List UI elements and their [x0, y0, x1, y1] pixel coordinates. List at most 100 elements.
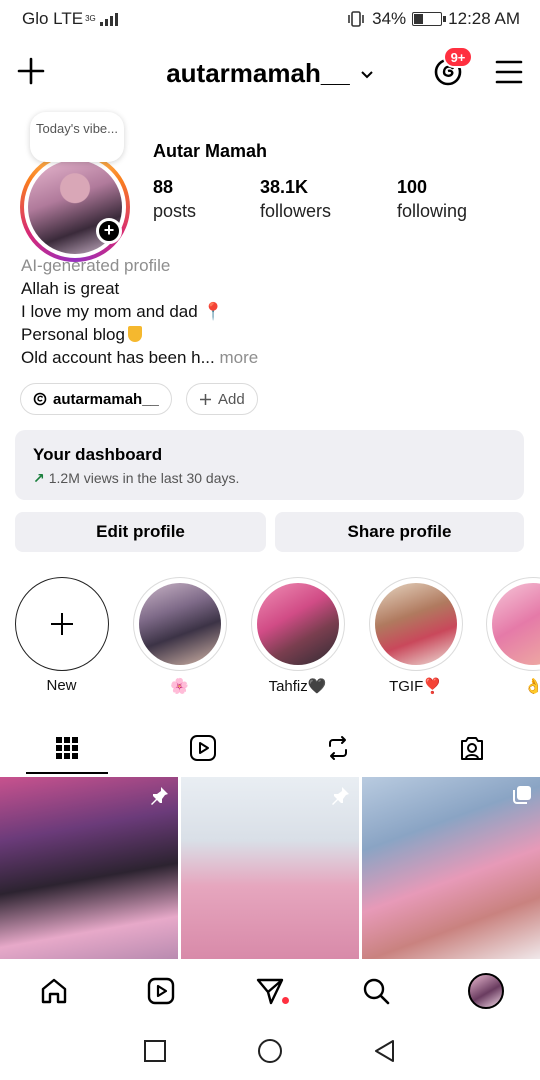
- nav-home[interactable]: [36, 973, 72, 1009]
- highlight-item[interactable]: Tahfiz🖤: [250, 577, 345, 695]
- stat-posts[interactable]: 88 posts: [153, 175, 196, 223]
- chevron-down-icon: [361, 71, 373, 79]
- highlight-new[interactable]: New: [14, 577, 109, 694]
- vibrate-icon: [348, 11, 364, 27]
- profile-tabs: [0, 722, 540, 774]
- professional-dashboard[interactable]: Your dashboard ↗ 1.2M views in the last 3…: [15, 430, 524, 500]
- highlight-cover: [492, 583, 540, 665]
- pin-icon: [151, 787, 168, 805]
- unread-dot: [282, 997, 289, 1004]
- highlight-cover: [138, 583, 221, 665]
- back-button[interactable]: [371, 1037, 399, 1065]
- status-bar: Glo LTE 3G 34% 12:28 AM: [0, 0, 540, 38]
- status-left: Glo LTE 3G: [22, 9, 118, 29]
- highlight-ring: [486, 577, 540, 671]
- post-grid: [0, 777, 540, 959]
- threads-small-icon: [33, 392, 47, 406]
- highlight-label: TGIF❣️: [389, 678, 442, 695]
- network-type: 3G: [85, 14, 96, 23]
- highlight-label: Tahfiz🖤: [268, 678, 327, 695]
- bio-line: I love my mom and dad 📍: [21, 302, 224, 321]
- nav-reels[interactable]: [143, 973, 179, 1009]
- recents-icon: [144, 1040, 166, 1062]
- highlight-cover: [374, 583, 457, 665]
- trend-up-icon: ↗: [33, 470, 45, 486]
- clock: 12:28 AM: [448, 9, 520, 28]
- system-navigation: [0, 1023, 540, 1080]
- bio: AI-generated profile Allah is great I lo…: [21, 254, 258, 369]
- tagged-icon: [461, 737, 483, 760]
- reels-icon: [190, 735, 216, 761]
- reels-icon: [147, 977, 175, 1005]
- header-username: autarmamah__: [166, 58, 350, 88]
- highlight-label: New: [46, 677, 77, 694]
- new-highlight-ring: [14, 577, 109, 671]
- tab-posts[interactable]: [26, 722, 108, 774]
- highlight-label: 👌: [524, 678, 540, 695]
- bio-line: Allah is great: [21, 279, 120, 298]
- add-chip-label: Add: [218, 390, 245, 408]
- note-bubble[interactable]: Today's vibe...: [30, 112, 124, 162]
- nav-profile[interactable]: [468, 973, 504, 1009]
- home-circle-icon: [258, 1039, 282, 1063]
- status-right: 34% 12:28 AM: [346, 9, 520, 29]
- pin-emoji-icon: 📍: [202, 302, 224, 321]
- recents-button[interactable]: [141, 1037, 169, 1065]
- stat-followers[interactable]: 38.1K followers: [260, 175, 331, 223]
- plus-icon: [200, 393, 211, 405]
- nav-search[interactable]: [358, 973, 394, 1009]
- plus-icon: [50, 613, 73, 635]
- highlight-label: 🌸: [170, 678, 189, 695]
- profile-avatar-ring[interactable]: [20, 152, 130, 262]
- nav-messages[interactable]: [252, 973, 288, 1009]
- threads-handle: autarmamah__: [53, 390, 159, 408]
- threads-handle-chip[interactable]: autarmamah__: [20, 383, 172, 415]
- shield-emoji-icon: [127, 326, 142, 342]
- carrier-label: Glo LTE: [22, 9, 84, 28]
- stat-value: 38.1K: [260, 177, 309, 197]
- signal-icon: [99, 12, 118, 26]
- post-thumbnail[interactable]: [181, 777, 359, 959]
- carousel-icon: [513, 786, 531, 804]
- home-icon: [41, 978, 67, 1004]
- battery-icon: [412, 12, 447, 26]
- stat-value: 100: [397, 177, 428, 197]
- highlight-item[interactable]: 🌸: [132, 577, 227, 695]
- tab-tagged[interactable]: [431, 722, 513, 774]
- add-story-icon[interactable]: +: [96, 218, 122, 244]
- app-header: autarmamah__ 9+: [0, 44, 540, 102]
- profile-avatar: [468, 973, 504, 1009]
- stat-label: following: [397, 201, 468, 221]
- pin-icon: [332, 787, 349, 805]
- active-tab-indicator: [26, 772, 108, 774]
- post-thumbnail[interactable]: [362, 777, 540, 959]
- add-link-chip[interactable]: Add: [186, 383, 258, 415]
- bio-line: Personal blog: [21, 323, 258, 346]
- highlight-item[interactable]: TGIF❣️: [368, 577, 463, 695]
- stat-value: 88: [153, 177, 174, 197]
- ai-generated-label: AI-generated profile: [21, 256, 171, 275]
- stat-label: followers: [260, 201, 332, 221]
- bio-line: Old account has been h... more: [21, 348, 259, 367]
- direct-message-icon: [256, 978, 284, 1005]
- highlight-ring: [250, 577, 345, 671]
- dashboard-title: Your dashboard: [33, 445, 163, 464]
- notification-badge: 9+: [443, 46, 473, 68]
- highlight-ring: [368, 577, 463, 671]
- tab-reposts[interactable]: [297, 722, 379, 774]
- search-icon: [363, 978, 390, 1005]
- edit-profile-button[interactable]: Edit profile: [15, 512, 266, 552]
- highlight-ring: [132, 577, 227, 671]
- reposts-icon: [329, 736, 347, 760]
- post-thumbnail[interactable]: [0, 777, 178, 959]
- share-profile-button[interactable]: Share profile: [275, 512, 524, 552]
- more-link[interactable]: more: [219, 348, 258, 367]
- menu-icon[interactable]: [494, 58, 524, 86]
- bottom-navigation: [0, 959, 540, 1023]
- tab-reels[interactable]: [162, 722, 244, 774]
- home-button[interactable]: [256, 1037, 284, 1065]
- highlight-cover: [256, 583, 339, 665]
- stat-following[interactable]: 100 following: [397, 175, 467, 223]
- highlight-item[interactable]: 👌: [486, 577, 540, 695]
- battery-percent: 34%: [372, 9, 407, 28]
